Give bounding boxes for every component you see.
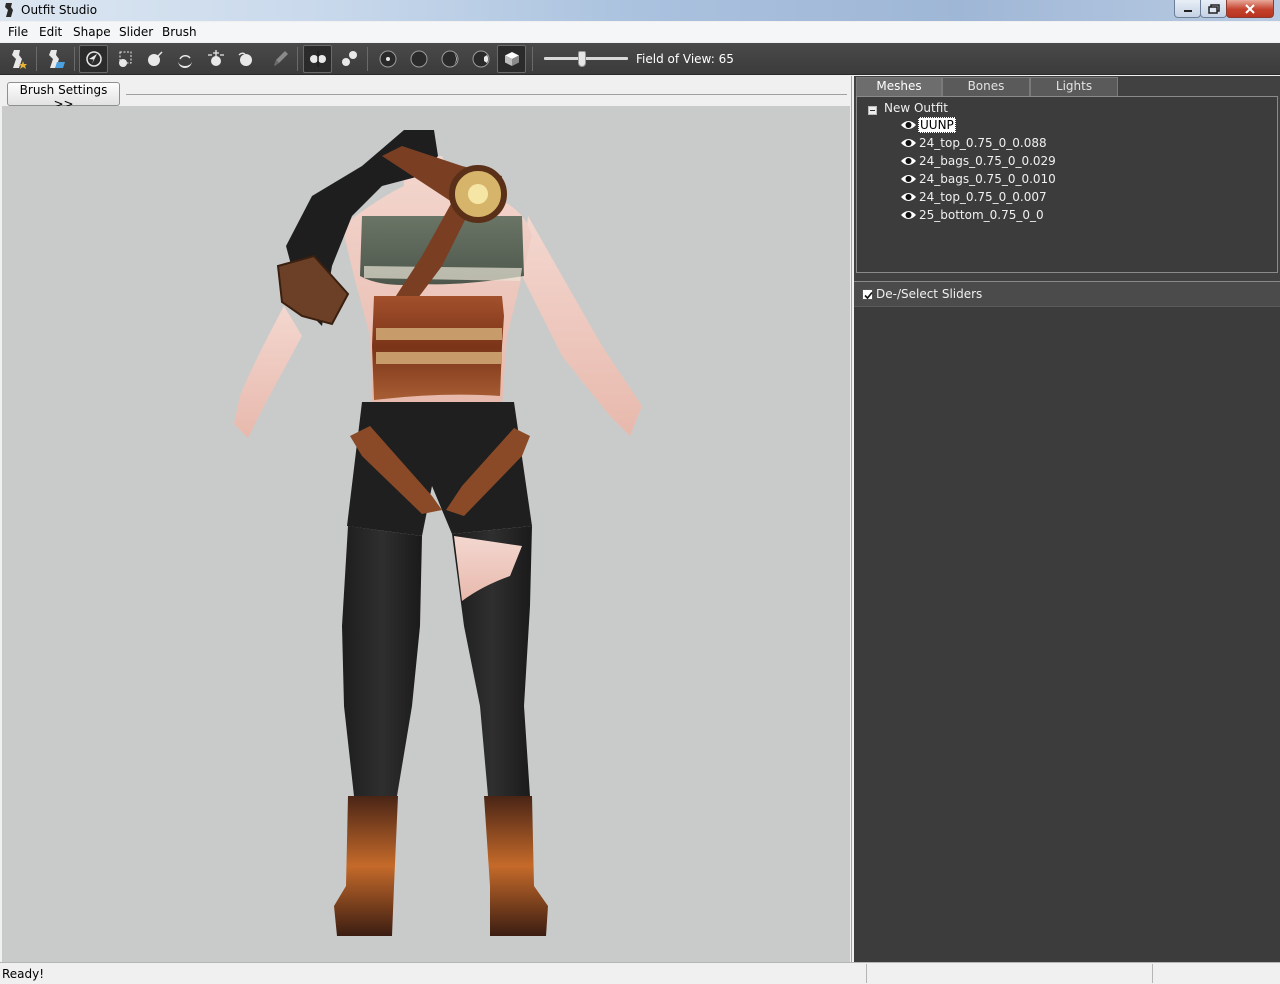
right-arm bbox=[522, 216, 642, 436]
eye-icon[interactable] bbox=[900, 209, 917, 221]
mask-brush-icon bbox=[118, 51, 131, 67]
smooth-brush-icon bbox=[238, 52, 252, 66]
mask-brush-button[interactable] bbox=[110, 45, 139, 73]
vertex-view-button[interactable] bbox=[373, 45, 402, 73]
toolbar-separator bbox=[532, 47, 533, 71]
tab-meshes[interactable]: Meshes bbox=[856, 77, 942, 96]
side-panel: Meshes Bones Lights New Outfit UUNP 24_t… bbox=[854, 76, 1280, 962]
status-divider bbox=[866, 964, 867, 983]
lighting-icon bbox=[441, 50, 458, 68]
menu-slider[interactable]: Slider bbox=[119, 25, 153, 39]
menu-file[interactable]: File bbox=[8, 25, 28, 39]
texture-icon bbox=[472, 50, 489, 68]
lighting-button[interactable] bbox=[435, 45, 464, 73]
restore-button[interactable] bbox=[1200, 0, 1227, 18]
tab-lights[interactable]: Lights bbox=[1030, 77, 1118, 96]
field-of-view-label: Field of View: 65 bbox=[636, 52, 734, 66]
wireframe-view-button[interactable] bbox=[404, 45, 433, 73]
load-outfit-icon bbox=[48, 50, 65, 68]
slider-list bbox=[854, 307, 1280, 962]
eye-icon[interactable] bbox=[900, 155, 917, 167]
menu-brush[interactable]: Brush bbox=[162, 25, 197, 39]
eye-icon[interactable] bbox=[900, 191, 917, 203]
mesh-label: 24_bags_0.75_0_0.010 bbox=[919, 172, 1056, 186]
status-text: Ready! bbox=[2, 967, 45, 981]
move-brush-button[interactable] bbox=[201, 45, 230, 73]
menu-shape[interactable]: Shape bbox=[73, 25, 111, 39]
eye-icon[interactable] bbox=[900, 119, 917, 131]
restore-icon bbox=[1207, 3, 1220, 14]
mesh-label: 24_top_0.75_0_0.007 bbox=[919, 190, 1047, 204]
field-of-view-slider[interactable] bbox=[544, 51, 628, 67]
left-boot bbox=[334, 796, 398, 936]
toolbar-separator bbox=[367, 47, 368, 71]
viewport-panel: Brush Settings >> bbox=[0, 76, 852, 962]
slider-header: De-/Select Sliders bbox=[854, 281, 1280, 307]
left-arm bbox=[234, 306, 302, 438]
collapse-toggle[interactable] bbox=[868, 106, 877, 115]
load-reference-button[interactable] bbox=[4, 45, 33, 73]
move-brush-icon bbox=[207, 50, 224, 66]
3d-viewport[interactable] bbox=[2, 106, 850, 962]
status-divider bbox=[1152, 964, 1153, 983]
mesh-label: 25_bottom_0.75_0_0 bbox=[919, 208, 1044, 222]
divider bbox=[126, 94, 847, 95]
eye-icon[interactable] bbox=[900, 137, 917, 149]
render-mode-button[interactable] bbox=[497, 45, 526, 73]
inflate-brush-button[interactable] bbox=[140, 45, 169, 73]
menu-edit[interactable]: Edit bbox=[39, 25, 62, 39]
wireframe-view-icon bbox=[410, 50, 427, 68]
select-sliders-label[interactable]: De-/Select Sliders bbox=[876, 287, 982, 301]
toolbar-separator bbox=[36, 47, 37, 71]
window-title: Outfit Studio bbox=[21, 3, 98, 17]
corset bbox=[372, 296, 504, 400]
mesh-label: 24_top_0.75_0_0.088 bbox=[919, 136, 1047, 150]
load-reference-icon bbox=[11, 50, 27, 69]
toolbar-separator bbox=[74, 47, 75, 71]
mesh-label: UUNP bbox=[918, 117, 956, 133]
slider-thumb[interactable] bbox=[578, 51, 586, 67]
select-sliders-checkbox[interactable] bbox=[862, 289, 873, 300]
right-boot bbox=[484, 796, 548, 936]
tab-bones[interactable]: Bones bbox=[942, 77, 1030, 96]
status-bar: Ready! bbox=[0, 962, 1280, 984]
weight-brush-icon bbox=[273, 51, 288, 66]
smooth-brush-button[interactable] bbox=[231, 45, 260, 73]
load-outfit-button[interactable] bbox=[41, 45, 70, 73]
tree-root-label[interactable]: New Outfit bbox=[884, 101, 948, 115]
weight-brush-button[interactable] bbox=[266, 45, 295, 73]
mesh-tree: New Outfit UUNP 24_top_0.75_0_0.088 24_b… bbox=[856, 96, 1278, 273]
title-bar: Outfit Studio bbox=[0, 0, 1280, 21]
deflate-brush-icon bbox=[177, 55, 192, 68]
close-icon bbox=[1245, 3, 1255, 14]
brush-settings-button[interactable]: Brush Settings >> bbox=[7, 82, 120, 111]
texture-button[interactable] bbox=[466, 45, 495, 73]
render-mode-icon bbox=[504, 52, 519, 66]
panel-tabs: Meshes Bones Lights bbox=[854, 76, 1280, 96]
minimize-button[interactable] bbox=[1174, 0, 1201, 18]
app-icon bbox=[5, 3, 13, 17]
outfit-model bbox=[234, 130, 642, 936]
select-brush-button[interactable] bbox=[79, 45, 108, 73]
connected-button[interactable] bbox=[334, 45, 363, 73]
vertex-view-icon bbox=[379, 50, 396, 68]
toolbar-separator bbox=[297, 47, 298, 71]
connected-icon bbox=[341, 51, 357, 66]
inflate-brush-icon bbox=[147, 51, 163, 66]
menu-bar: File Edit Shape Slider Brush bbox=[0, 22, 1280, 42]
x-mirror-icon bbox=[309, 51, 326, 67]
minimize-icon bbox=[1183, 9, 1192, 12]
checkmark-icon bbox=[864, 291, 873, 300]
select-brush-icon bbox=[85, 51, 102, 67]
mesh-label: 24_bags_0.75_0_0.029 bbox=[919, 154, 1056, 168]
slider-track bbox=[544, 57, 628, 60]
deflate-brush-button[interactable] bbox=[170, 45, 199, 73]
close-button[interactable] bbox=[1226, 0, 1274, 18]
eye-icon[interactable] bbox=[900, 173, 917, 185]
x-mirror-button[interactable] bbox=[303, 45, 332, 73]
left-leg bbox=[342, 526, 422, 796]
